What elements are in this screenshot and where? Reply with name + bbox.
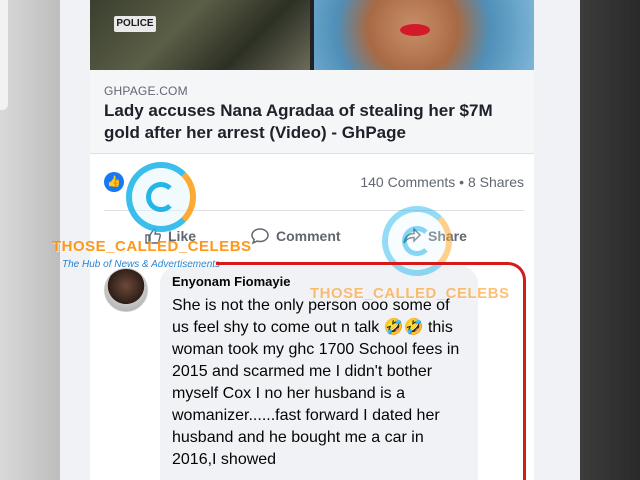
link-preview-card[interactable]: GHPAGE.COM Lady accuses Nana Agradaa of … [90, 70, 534, 154]
background-right [580, 0, 640, 480]
watermark-text: THOSE_CALLED_CELEBS [52, 238, 252, 255]
preview-domain: GHPAGE.COM [104, 84, 188, 98]
comment-label: Comment [276, 228, 341, 244]
watermark-subtitle: The Hub of News & Advertisements [62, 259, 221, 270]
background-left [0, 0, 60, 480]
speech-bubble-icon [250, 227, 270, 245]
like-reaction-icon[interactable]: 👍 [104, 172, 124, 192]
comment-share-counts[interactable]: 140 Comments • 8 Shares [360, 174, 524, 190]
lips-detail [400, 24, 430, 36]
lady-photo [314, 0, 534, 70]
watermark-logo-icon [126, 162, 196, 232]
avatar[interactable] [104, 268, 148, 312]
police-photo: POLICE [90, 0, 310, 70]
comment-button[interactable]: Comment [250, 224, 341, 248]
red-annotation-line [216, 262, 526, 480]
link-preview-image[interactable]: POLICE [90, 0, 534, 70]
police-label: POLICE [114, 16, 156, 32]
preview-title[interactable]: Lady accuses Nana Agradaa of stealing he… [104, 100, 524, 144]
background-notch [0, 0, 8, 110]
